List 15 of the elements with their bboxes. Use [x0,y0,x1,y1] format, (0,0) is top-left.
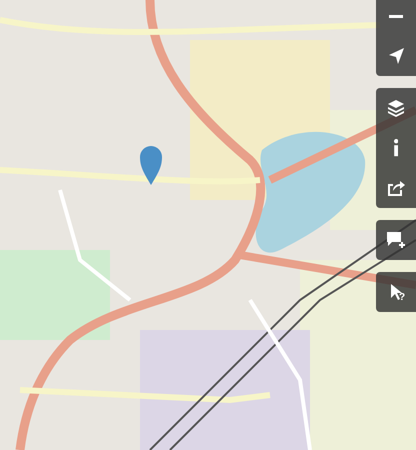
map-pin-icon[interactable] [140,146,162,185]
minus-button[interactable] [376,0,416,36]
share-button[interactable] [376,168,416,208]
cursor-icon [390,284,402,300]
layers-button[interactable] [376,88,416,128]
info-icon [394,139,398,157]
comment-add-icon [387,232,405,248]
share-icon [388,180,404,196]
layers-icon [388,100,404,116]
navigation-arrow-icon [388,48,404,64]
map-background[interactable] [0,0,416,450]
navigation-arrow-button[interactable] [376,36,416,76]
comment-add-button[interactable] [376,220,416,260]
cursor-button[interactable]: ? [376,272,416,312]
minus-icon [389,14,403,18]
